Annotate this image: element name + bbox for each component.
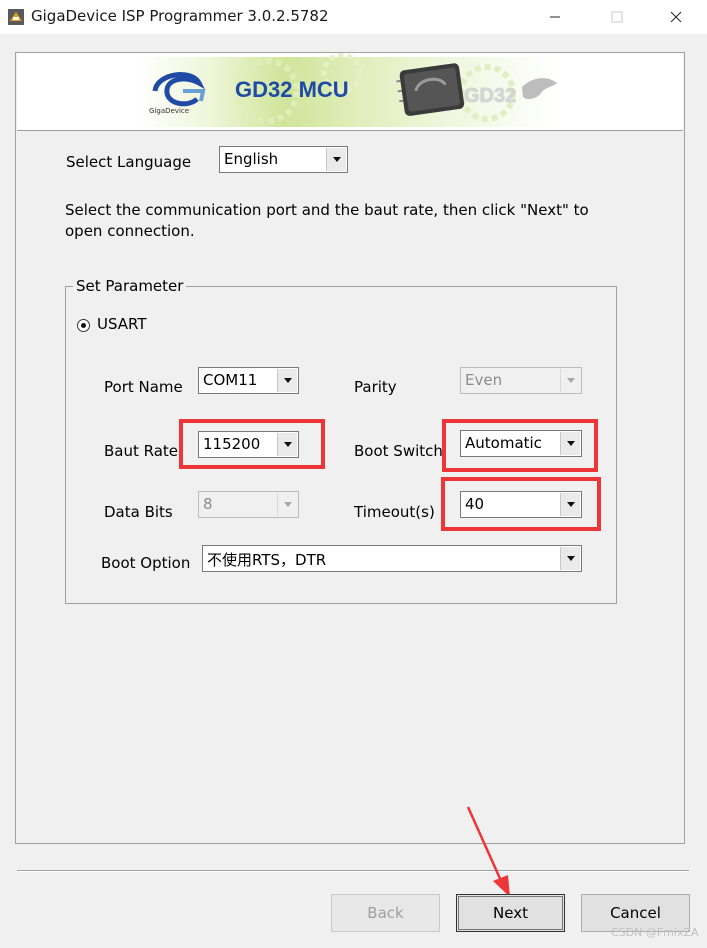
baut-rate-select[interactable]: 115200 <box>198 431 299 458</box>
timeout-value: 40 <box>465 495 485 513</box>
timeout-label: Timeout(s) <box>354 503 435 521</box>
banner-title: GD32 MCU <box>235 77 349 102</box>
language-select[interactable]: English <box>219 146 348 173</box>
chevron-down-icon <box>332 157 341 162</box>
chevron-down-icon <box>566 556 575 561</box>
baut-rate-value: 115200 <box>203 435 261 453</box>
brand-logo-text: GigaDevice <box>149 107 190 115</box>
baut-rate-label: Baut Rate <box>104 442 179 460</box>
port-name-select[interactable]: COM11 <box>198 367 299 394</box>
language-dropdown-button[interactable] <box>326 148 346 171</box>
port-name-dropdown-button[interactable] <box>277 369 297 392</box>
boot-option-label: Boot Option <box>101 554 191 572</box>
boot-switch-label: Boot Switch <box>354 442 443 460</box>
next-button[interactable]: Next <box>456 894 565 932</box>
chevron-down-icon <box>566 378 575 383</box>
boot-switch-select[interactable]: Automatic <box>460 430 582 457</box>
timeout-select[interactable]: 40 <box>460 491 582 518</box>
chevron-down-icon <box>566 441 575 446</box>
maximize-icon <box>611 11 623 23</box>
chevron-down-icon <box>283 502 292 507</box>
usart-label: USART <box>97 315 147 333</box>
watermark: CSDN @FmixZA <box>611 926 699 939</box>
timeout-dropdown-button[interactable] <box>560 493 580 516</box>
close-icon <box>670 11 682 23</box>
minimize-button[interactable] <box>532 0 578 34</box>
boot-switch-value: Automatic <box>465 434 542 452</box>
parity-select: Even <box>460 367 582 394</box>
banner-graphic <box>137 53 557 127</box>
data-bits-label: Data Bits <box>104 503 173 521</box>
instruction-text: Select the communication port and the ba… <box>65 201 589 240</box>
select-language-label: Select Language <box>66 153 192 171</box>
radio-selected-dot <box>81 323 86 328</box>
separator <box>17 870 689 872</box>
boot-switch-dropdown-button[interactable] <box>560 432 580 455</box>
baut-rate-dropdown-button[interactable] <box>277 433 297 456</box>
close-button[interactable] <box>653 0 699 34</box>
boot-option-select[interactable]: 不使用RTS，DTR <box>202 545 582 572</box>
data-bits-dropdown-button <box>277 493 297 516</box>
set-parameter-title: Set Parameter <box>73 277 187 295</box>
parity-label: Parity <box>354 378 397 396</box>
minimize-icon <box>550 16 560 18</box>
banner-chip-text: GD32 <box>464 85 517 107</box>
chevron-down-icon <box>566 502 575 507</box>
boot-option-value: 不使用RTS，DTR <box>207 551 327 569</box>
chevron-down-icon <box>283 442 292 447</box>
chevron-down-icon <box>283 378 292 383</box>
annotation-arrow-icon <box>466 806 510 897</box>
language-select-value: English <box>224 150 279 168</box>
app-icon <box>7 8 25 26</box>
usart-radio[interactable] <box>77 319 90 332</box>
maximize-button[interactable] <box>594 0 640 34</box>
data-bits-value: 8 <box>203 495 213 513</box>
data-bits-select: 8 <box>198 491 299 518</box>
parity-value: Even <box>465 371 503 389</box>
port-name-label: Port Name <box>104 378 183 396</box>
boot-option-dropdown-button[interactable] <box>560 547 580 570</box>
window-title: GigaDevice ISP Programmer 3.0.2.5782 <box>31 7 329 25</box>
parity-dropdown-button <box>560 369 580 392</box>
port-name-value: COM11 <box>203 371 258 389</box>
back-button[interactable]: Back <box>331 894 440 932</box>
banner: GigaDevice GD32 MCU GD32 <box>17 53 683 131</box>
